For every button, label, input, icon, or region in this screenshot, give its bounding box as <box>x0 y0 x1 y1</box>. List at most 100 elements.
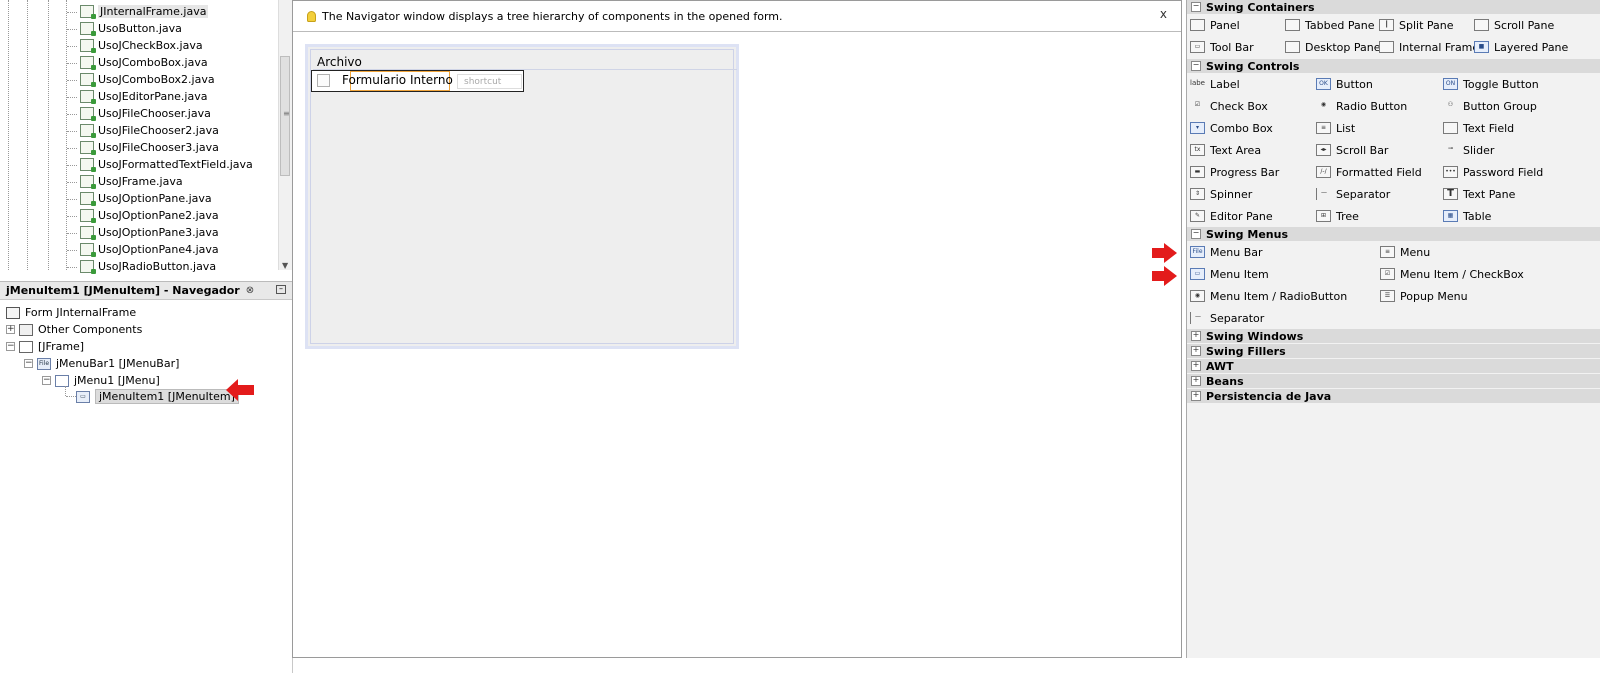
desktop-pane-icon <box>1285 41 1300 53</box>
project-file-item[interactable]: JInternalFrame.java <box>80 3 209 20</box>
projects-tree-panel: JInternalFrame.java UsoButton.java UsoJChe… <box>0 0 293 277</box>
palette-item-spinner[interactable]: ⇕ Spinner <box>1190 185 1252 203</box>
project-file-label: UsoJFrame.java <box>98 175 183 188</box>
palette-item-table[interactable]: ▦ Table <box>1443 207 1491 225</box>
collapse-icon[interactable]: − <box>24 359 33 368</box>
project-file-item[interactable]: UsoJOptionPane4.java <box>80 241 219 258</box>
palette-item-progress-bar[interactable]: ▬ Progress Bar <box>1190 163 1279 181</box>
project-file-item[interactable]: UsoJFileChooser2.java <box>80 122 219 139</box>
palette-item-panel[interactable]: Panel <box>1190 16 1240 34</box>
collapse-icon[interactable]: − <box>1191 61 1201 71</box>
palette-item-menu-separator[interactable]: — Separator <box>1190 309 1264 327</box>
palette-item-separator[interactable]: — Separator <box>1316 185 1390 203</box>
palette-item-button[interactable]: OK Button <box>1316 75 1373 93</box>
project-file-item[interactable]: UsoJOptionPane2.java <box>80 207 219 224</box>
project-file-item[interactable]: UsoJFileChooser3.java <box>80 139 219 156</box>
project-file-item[interactable]: UsoJOptionPane.java <box>80 190 212 207</box>
expand-icon[interactable]: + <box>1191 391 1201 401</box>
category-awt[interactable]: + AWT <box>1187 359 1600 373</box>
palette-item-label[interactable]: label Label <box>1190 75 1240 93</box>
palette-item-menu-bar[interactable]: File Menu Bar <box>1190 243 1263 261</box>
palette-item-layered-pane[interactable]: ■ Layered Pane <box>1474 38 1568 56</box>
palette-item-check-box[interactable]: ☑ Check Box <box>1190 97 1268 115</box>
palette-item-desktop-pane[interactable]: Desktop Pane <box>1285 38 1380 56</box>
palette-item-popup-menu[interactable]: ☰ Popup Menu <box>1380 287 1468 305</box>
tree-guide-line <box>67 233 77 234</box>
project-file-item[interactable]: UsoJComboBox2.java <box>80 71 215 88</box>
category-beans[interactable]: + Beans <box>1187 374 1600 388</box>
minimize-icon[interactable]: – <box>276 285 286 294</box>
collapse-icon[interactable]: − <box>42 376 51 385</box>
close-tab-icon[interactable]: ⊗ <box>246 285 254 296</box>
expand-icon[interactable]: + <box>1191 331 1201 341</box>
palette-item-tabbed-pane[interactable]: Tabbed Pane <box>1285 16 1374 34</box>
tree-node-form[interactable]: Form JInternalFrame <box>6 304 136 321</box>
projects-scrollbar[interactable]: ≡ ▼ <box>278 0 292 270</box>
menu-archivo[interactable]: Archivo <box>313 55 362 69</box>
internal-frame-preview[interactable]: Archivo Formulario Interno shortcut <box>305 44 739 349</box>
expand-icon[interactable]: + <box>1191 361 1201 371</box>
palette-item-menu[interactable]: ≡ Menu <box>1380 243 1430 261</box>
palette-item-menu-item[interactable]: ▭ Menu Item <box>1190 265 1269 283</box>
project-file-item[interactable]: UsoButton.java <box>80 20 182 37</box>
category-swing-containers[interactable]: − Swing Containers <box>1187 0 1600 14</box>
editor-pane-icon: ✎ <box>1190 210 1205 222</box>
preview-menubar[interactable]: Archivo <box>313 54 737 70</box>
tree-node-jframe[interactable]: − [JFrame] <box>6 338 84 355</box>
close-hint-button[interactable]: x <box>1160 7 1167 21</box>
tree-node-jmenuitem[interactable]: ▭ jMenuItem1 [JMenuItem] <box>76 388 239 405</box>
project-file-item[interactable]: UsoJRadioButton.java <box>80 258 216 275</box>
project-file-item[interactable]: UsoJFrame.java <box>80 173 183 190</box>
scroll-down-icon[interactable]: ▼ <box>282 261 288 270</box>
palette-item-password-field[interactable]: ••• Password Field <box>1443 163 1543 181</box>
palette-item-menu-item-checkbox[interactable]: ☑ Menu Item / CheckBox <box>1380 265 1524 283</box>
category-label: Swing Menus <box>1206 227 1289 241</box>
category-swing-menus[interactable]: − Swing Menus <box>1187 227 1600 241</box>
shortcut-field[interactable]: shortcut <box>457 74 522 89</box>
collapse-icon[interactable]: − <box>1191 2 1201 12</box>
project-file-item[interactable]: UsoJOptionPane3.java <box>80 224 219 241</box>
palette-item-toggle-button[interactable]: ON Toggle Button <box>1443 75 1539 93</box>
palette-item-slider[interactable]: ⊸ Slider <box>1443 141 1494 159</box>
palette-item-tree[interactable]: ⊞ Tree <box>1316 207 1359 225</box>
palette-item-label: Check Box <box>1210 99 1268 113</box>
palette-item-menu-item-radiobutton[interactable]: ◉ Menu Item / RadioButton <box>1190 287 1347 305</box>
project-file-item[interactable]: UsoJCheckBox.java <box>80 37 203 54</box>
collapse-icon[interactable]: − <box>6 342 15 351</box>
tree-guide-line <box>67 97 77 98</box>
palette-item-combo-box[interactable]: ▾ Combo Box <box>1190 119 1273 137</box>
java-file-icon <box>80 209 96 223</box>
category-swing-windows[interactable]: + Swing Windows <box>1187 329 1600 343</box>
palette-item-list[interactable]: ≡ List <box>1316 119 1355 137</box>
palette-item-editor-pane[interactable]: ✎ Editor Pane <box>1190 207 1273 225</box>
project-file-item[interactable]: UsoJFileChooser.java <box>80 105 211 122</box>
tree-guide-line <box>67 80 77 81</box>
palette-item-text-area[interactable]: tx Text Area <box>1190 141 1261 159</box>
palette-item-label: Button <box>1336 77 1373 91</box>
scrollbar-thumb[interactable]: ≡ <box>280 56 290 176</box>
category-persistencia[interactable]: + Persistencia de Java <box>1187 389 1600 403</box>
tree-node-other-components[interactable]: + Other Components <box>6 321 142 338</box>
collapse-icon[interactable]: − <box>1191 229 1201 239</box>
palette-item-scroll-bar[interactable]: ◂▸ Scroll Bar <box>1316 141 1388 159</box>
palette-item-formatted-field[interactable]: /-/ Formatted Field <box>1316 163 1422 181</box>
palette-item-radio-button[interactable]: ◉ Radio Button <box>1316 97 1407 115</box>
expand-icon[interactable]: + <box>6 325 15 334</box>
project-file-item[interactable]: UsoJComboBox.java <box>80 54 208 71</box>
palette-item-text-field[interactable]: Text Field <box>1443 119 1514 137</box>
tree-node-jmenu[interactable]: − jMenu1 [JMenu] <box>42 372 160 389</box>
palette-item-text-pane[interactable]: T Text Pane <box>1443 185 1515 203</box>
palette-item-internal-frame[interactable]: Internal Frame <box>1379 38 1479 56</box>
palette-item-split-pane[interactable]: ┃ Split Pane <box>1379 16 1454 34</box>
tree-node-jmenubar[interactable]: − File jMenuBar1 [JMenuBar] <box>24 355 179 372</box>
palette-item-tool-bar[interactable]: ▭ Tool Bar <box>1190 38 1254 56</box>
category-swing-controls[interactable]: − Swing Controls <box>1187 59 1600 73</box>
expand-icon[interactable]: + <box>1191 346 1201 356</box>
project-file-item[interactable]: UsoJEditorPane.java <box>80 88 207 105</box>
project-file-item[interactable]: UsoJFormattedTextField.java <box>80 156 253 173</box>
palette-item-button-group[interactable]: ⚇ Button Group <box>1443 97 1537 115</box>
expand-icon[interactable]: + <box>1191 376 1201 386</box>
menu-item-formulario[interactable]: Formulario Interno <box>342 73 453 89</box>
category-swing-fillers[interactable]: + Swing Fillers <box>1187 344 1600 358</box>
palette-item-scroll-pane[interactable]: Scroll Pane <box>1474 16 1554 34</box>
